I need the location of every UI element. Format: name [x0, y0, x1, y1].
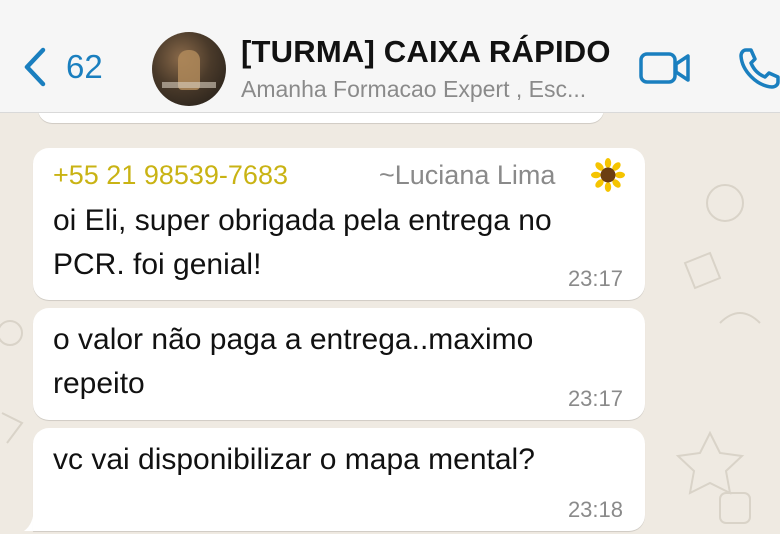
message-bubble[interactable]: vc vai disponibilizar o mapa mental? 23:…	[33, 428, 645, 531]
avatar-caption-band	[162, 82, 216, 88]
chat-participants[interactable]: Amanha Formacao Expert , Esc...	[241, 76, 616, 103]
chat-title[interactable]: [TURMA] CAIXA RÁPIDO	[241, 34, 611, 70]
sender-phone[interactable]: +55 21 98539-7683	[53, 160, 288, 191]
sunflower-emoji	[591, 158, 625, 192]
wallpaper-doodle-icon	[675, 430, 751, 524]
wallpaper-doodle-icon	[0, 320, 24, 444]
message-time: 23:17	[567, 266, 623, 291]
message-list[interactable]: +55 21 98539-7683 ~Luciana Lima oi Eli, …	[0, 113, 780, 534]
group-avatar[interactable]	[152, 32, 226, 106]
message-time: 23:17	[567, 386, 623, 411]
chat-header: 62 [TURMA] CAIXA RÁPIDO Amanha Formacao …	[0, 0, 780, 113]
message-bubble[interactable]: +55 21 98539-7683 ~Luciana Lima oi Eli, …	[33, 148, 645, 300]
message-text: oi Eli, super obrigada pela entrega no P…	[53, 204, 552, 281]
chevron-left-icon	[24, 47, 46, 87]
previous-message-bubble[interactable]	[38, 113, 604, 123]
phone-icon[interactable]	[738, 46, 780, 90]
sender-pushname: ~Luciana Lima	[379, 160, 556, 190]
video-call-icon[interactable]	[638, 50, 692, 86]
message-text: vc vai disponibilizar o mapa mental?	[53, 443, 535, 476]
message-bubble[interactable]: o valor não paga a entrega..maximo repei…	[33, 308, 645, 420]
message-text: o valor não paga a entrega..maximo repei…	[53, 323, 534, 400]
back-button[interactable]: 62	[22, 46, 103, 88]
unread-count: 62	[66, 48, 103, 85]
wallpaper-doodle-icon	[683, 184, 761, 324]
message-time: 23:18	[567, 497, 623, 522]
